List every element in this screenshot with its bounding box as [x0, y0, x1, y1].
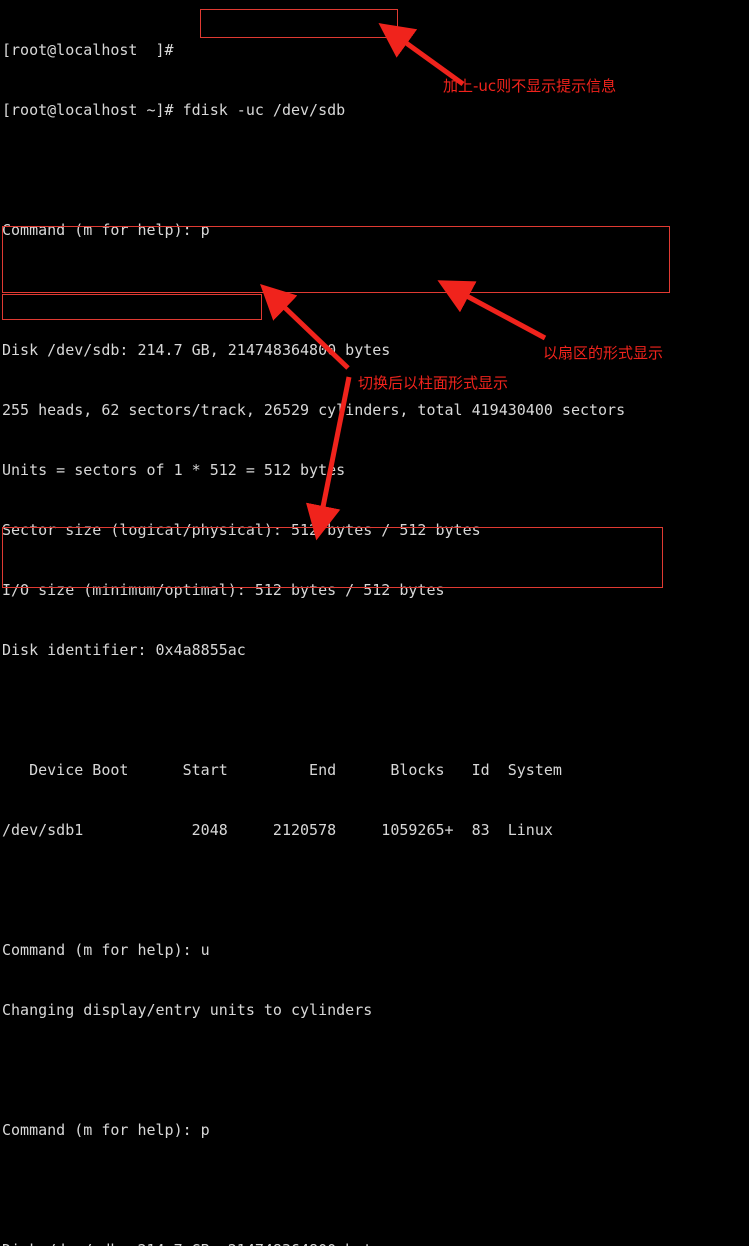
terminal-line: [root@localhost ]# — [2, 41, 183, 59]
terminal-line-disk-identifier: Disk identifier: 0x4a8855ac — [2, 641, 246, 659]
partition-table-header: Device Boot Start End Blocks Id System — [2, 761, 562, 779]
terminal-line-command-fdisk: [root@localhost ~]# fdisk -uc /dev/sdb — [2, 101, 346, 119]
terminal-line-sector-size: Sector size (logical/physical): 512 byte… — [2, 521, 481, 539]
terminal-screen[interactable]: [root@localhost ]# [root@localhost ~]# f… — [0, 0, 749, 1246]
terminal-line-prompt-p: Command (m for help): p — [2, 221, 210, 239]
terminal-line-geometry: 255 heads, 62 sectors/track, 26529 cylin… — [2, 401, 626, 419]
partition-table-row: /dev/sdb1 2048 2120578 1059265+ 83 Linux — [2, 821, 553, 839]
terminal-line-disk-size: Disk /dev/sdb: 214.7 GB, 214748364800 by… — [2, 341, 391, 359]
terminal-line-prompt-u: Command (m for help): u — [2, 941, 210, 959]
terminal-line-io-size: I/O size (minimum/optimal): 512 bytes / … — [2, 581, 445, 599]
terminal-line-changing-units: Changing display/entry units to cylinder… — [2, 1001, 373, 1019]
terminal-line-disk-size-2: Disk /dev/sdb: 214.7 GB, 214748364800 by… — [0, 1240, 749, 1246]
terminal-line-prompt-p2: Command (m for help): p — [2, 1121, 210, 1139]
terminal-line-units: Units = sectors of 1 * 512 = 512 bytes — [2, 461, 346, 479]
